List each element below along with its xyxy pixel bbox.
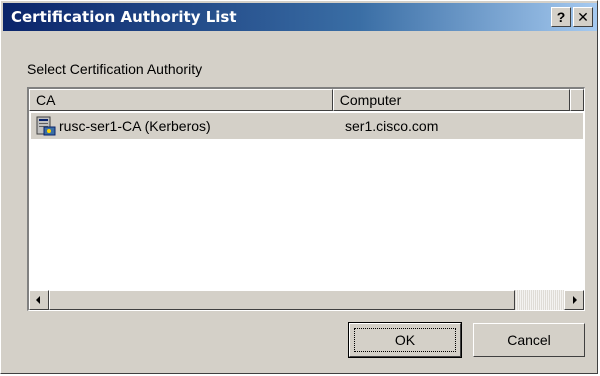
column-header-filler <box>570 89 584 111</box>
close-icon: ✕ <box>577 9 589 25</box>
ca-name: rusc-ser1-CA (Kerberos) <box>59 118 211 134</box>
close-button[interactable]: ✕ <box>573 7 593 27</box>
help-icon: ? <box>556 9 566 25</box>
focus-rectangle <box>354 328 456 352</box>
column-header-computer[interactable]: Computer <box>332 89 570 111</box>
certification-authority-dialog: Certification Authority List ? ✕ Select … <box>0 0 598 374</box>
certificate-server-icon <box>36 116 56 136</box>
list-header: CA Computer <box>29 89 584 111</box>
ca-list-view[interactable]: CA Computer rusc-ser1-CA (Kerberos) ser1… <box>27 87 585 311</box>
computer-name: ser1.cisco.com <box>345 118 439 134</box>
window-title: Certification Authority List <box>11 8 237 26</box>
list-item[interactable]: rusc-ser1-CA (Kerberos) ser1.cisco.com <box>31 113 583 139</box>
scroll-left-button[interactable] <box>29 290 49 310</box>
select-ca-label: Select Certification Authority <box>27 61 203 77</box>
scroll-right-button[interactable] <box>564 290 584 310</box>
scrollbar-thumb[interactable] <box>49 290 515 310</box>
arrow-left-icon <box>36 296 40 304</box>
ca-cell: rusc-ser1-CA (Kerberos) <box>31 115 339 137</box>
ok-button[interactable]: OK <box>348 322 462 358</box>
horizontal-scrollbar[interactable] <box>29 290 584 310</box>
arrow-right-icon <box>573 296 577 304</box>
column-header-ca[interactable]: CA <box>29 89 333 111</box>
help-button[interactable]: ? <box>551 7 571 27</box>
cancel-label: Cancel <box>507 332 551 348</box>
title-bar[interactable]: Certification Authority List ? ✕ <box>3 3 597 31</box>
cancel-button[interactable]: Cancel <box>473 323 585 357</box>
